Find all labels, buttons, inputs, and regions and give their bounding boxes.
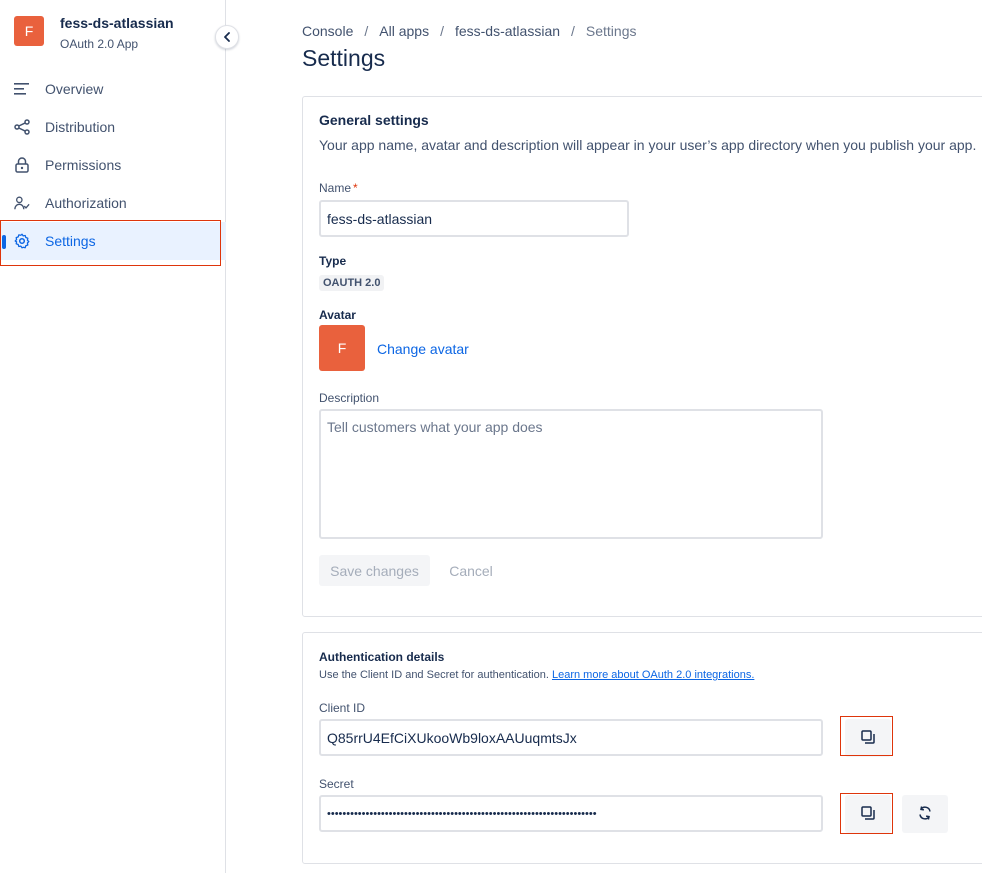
change-avatar-link[interactable]: Change avatar	[377, 341, 469, 357]
sidebar-item-label: Permissions	[45, 157, 122, 173]
auth-details-description: Use the Client ID and Secret for authent…	[319, 669, 754, 681]
sidebar-item-overview[interactable]: Overview	[0, 70, 226, 108]
type-lozenge: OAUTH 2.0	[319, 275, 385, 291]
app-meta: fess-ds-atlassian OAuth 2.0 App	[60, 15, 174, 51]
breadcrumb-all-apps[interactable]: All apps	[379, 23, 429, 39]
lock-icon	[14, 157, 30, 173]
avatar-label: Avatar	[319, 308, 356, 322]
sidebar: F fess-ds-atlassian OAuth 2.0 App Overvi…	[0, 0, 226, 873]
name-input[interactable]	[319, 200, 629, 237]
secret-label: Secret	[319, 777, 354, 791]
sidebar-item-label: Overview	[45, 81, 104, 97]
app-avatar: F	[14, 16, 44, 46]
general-settings-title: General settings	[319, 112, 429, 128]
general-settings-description: Your app name, avatar and description wi…	[319, 137, 977, 153]
app-header: F fess-ds-atlassian OAuth 2.0 App	[14, 15, 174, 51]
client-id-label: Client ID	[319, 701, 366, 715]
breadcrumb-separator: /	[364, 23, 369, 39]
secret-input[interactable]	[319, 795, 823, 832]
page-title: Settings	[302, 45, 386, 71]
save-changes-button[interactable]: Save changes	[319, 555, 430, 586]
name-label-text: Name	[319, 181, 352, 195]
copy-icon	[860, 805, 876, 824]
person-check-icon	[14, 195, 30, 211]
list-icon	[14, 81, 30, 97]
gear-icon	[14, 233, 30, 249]
refresh-icon	[917, 805, 933, 824]
regenerate-secret-button[interactable]	[902, 795, 948, 833]
sidebar-nav: Overview Distribution Permissions Author…	[0, 70, 226, 260]
type-label: Type	[319, 254, 347, 268]
breadcrumb-separator: /	[440, 23, 444, 39]
auth-details-title: Authentication details	[319, 650, 445, 664]
share-icon	[14, 119, 30, 135]
sidebar-item-permissions[interactable]: Permissions	[0, 146, 226, 184]
description-textarea[interactable]	[319, 409, 823, 539]
general-settings-card: General settings Your app name, avatar a…	[302, 96, 982, 617]
description-label: Description	[319, 391, 380, 405]
cancel-button[interactable]: Cancel	[439, 555, 503, 586]
sidebar-item-label: Settings	[45, 233, 96, 249]
sidebar-item-authorization[interactable]: Authorization	[0, 184, 226, 222]
copy-client-id-button[interactable]	[845, 719, 891, 757]
required-marker: *	[353, 181, 358, 195]
authentication-details-card: Authentication details Use the Client ID…	[302, 632, 982, 864]
copy-secret-button[interactable]	[845, 795, 891, 833]
app-name: fess-ds-atlassian	[60, 15, 174, 31]
breadcrumb: Console / All apps / fess-ds-atlassian /…	[302, 23, 637, 39]
sidebar-item-label: Distribution	[45, 119, 116, 135]
breadcrumb-current: Settings	[585, 23, 637, 39]
collapse-sidebar-button[interactable]	[215, 25, 239, 49]
learn-more-link[interactable]: Learn more about OAuth 2.0 integrations.	[552, 669, 754, 681]
breadcrumb-console[interactable]: Console	[302, 23, 353, 39]
app-type: OAuth 2.0 App	[60, 37, 139, 51]
app-avatar-large: F	[319, 325, 365, 371]
breadcrumb-separator: /	[571, 23, 575, 39]
breadcrumb-app[interactable]: fess-ds-atlassian	[455, 23, 560, 39]
sidebar-item-settings[interactable]: Settings	[0, 222, 226, 260]
copy-icon	[860, 729, 876, 748]
auth-description-text: Use the Client ID and Secret for authent…	[319, 669, 549, 681]
sidebar-item-distribution[interactable]: Distribution	[0, 108, 226, 146]
client-id-input[interactable]	[319, 719, 823, 756]
chevron-left-icon	[223, 30, 231, 45]
sidebar-item-label: Authorization	[45, 195, 127, 211]
name-label: Name *	[319, 181, 358, 195]
